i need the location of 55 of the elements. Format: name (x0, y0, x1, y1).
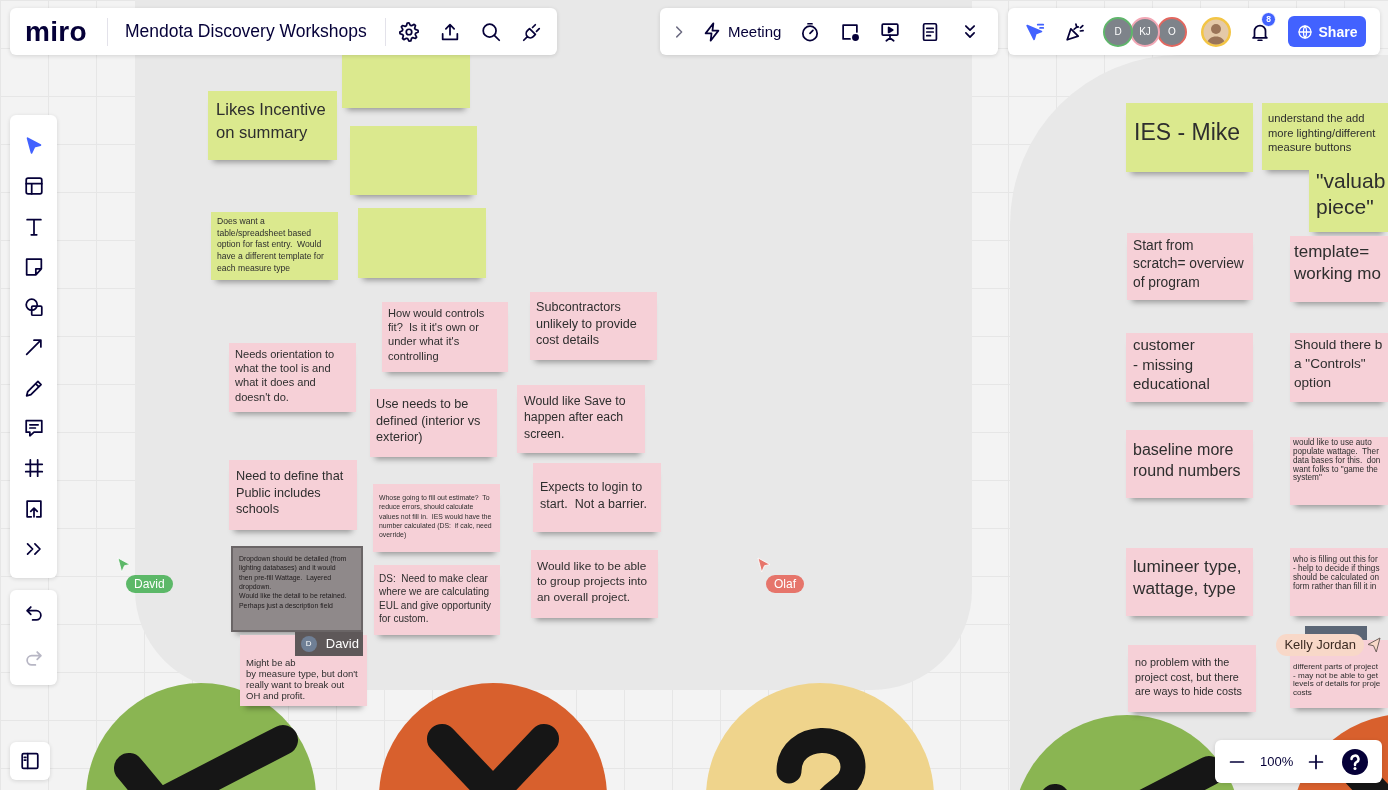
sidebar-icon (19, 750, 41, 772)
user-avatar[interactable]: O (1157, 16, 1187, 47)
settings-icon[interactable] (397, 20, 420, 43)
note-text: IES - Mike (1133, 119, 1242, 147)
note-text: would like to use auto populate wattage. Ther data bases for this. don want folks to "game the system" (1292, 439, 1382, 484)
cursor-arrow-icon (117, 557, 131, 573)
user-avatar: D (300, 636, 317, 652)
app-logo[interactable]: miro (25, 17, 87, 46)
note-text: How would controls fit? Is it it's own or under what it's controlling (387, 306, 486, 363)
note-text: Might be ab by measure type, but don't really want to break out OH and profit. (245, 657, 359, 702)
note-text: Should there b a "Controls" option (1293, 336, 1384, 393)
search-icon[interactable] (479, 20, 502, 43)
note-text: Would like Save to happen after each screen. (523, 393, 627, 443)
note-text: Does want a table/spreadsheet based option for fast entry. Would have a different template for each measure type (216, 216, 325, 275)
note-text: baseline more round numbers (1132, 440, 1242, 481)
note-text: Subcontractors unlikely to provide cost details (535, 299, 638, 350)
note-text: who is filling out this for - help to decide if things should be calculated on form rather than fill it in (1292, 556, 1381, 592)
meeting-button[interactable]: Meeting (701, 20, 782, 43)
note-text: Need to define that Public includes schools (235, 468, 345, 518)
note-text: no problem with the project cost, but there are ways to hide costs (1134, 655, 1243, 699)
sidebar-toggle-button[interactable] (10, 742, 50, 780)
cursor-name-label: Olaf (766, 575, 804, 593)
help-icon[interactable] (1342, 748, 1369, 775)
note-text: template= working mo (1293, 241, 1382, 286)
note-text: Would like to be able to group projects into an overall project. (536, 559, 649, 606)
presentation-icon[interactable] (879, 20, 902, 43)
user-avatar[interactable]: KJ (1130, 16, 1160, 47)
share-button[interactable]: Share (1288, 16, 1366, 47)
notification-badge: 8 (1261, 11, 1276, 27)
note-text: lumineer type, wattage, type (1132, 556, 1243, 600)
note-text: Use needs to be defined (interior vs exterior) (375, 396, 482, 446)
cursor-name-label: Kelly Jordan (1276, 634, 1364, 656)
cursor-arrow-icon (757, 557, 771, 573)
note-text: DS: Need to make clear where we are calculating EUL and give opportunity for custom. (378, 572, 492, 626)
note-text: Likes Incentive on summary (215, 99, 327, 144)
note-text: Expects to login to start. Not a barrier. (539, 479, 648, 512)
note-text: "valuab piece" (1315, 168, 1387, 221)
zoom-level[interactable]: 100% (1260, 754, 1294, 769)
avatar-icon[interactable] (1201, 16, 1231, 47)
note-text: Start from scratch= overview of program (1132, 237, 1245, 292)
note-text: understand the add more lighting/different measure buttons (1267, 111, 1377, 155)
note-text: customer - missing educational (1132, 335, 1211, 394)
comment-icon[interactable] (22, 417, 45, 440)
note-text: Needs orientation to what the tool is and what it does and doesn't do. (234, 347, 336, 404)
globe-icon (1296, 23, 1313, 40)
layout-icon[interactable] (22, 175, 45, 198)
shapes-icon[interactable] (22, 296, 45, 319)
board-title[interactable]: Mendota Discovery Workshops (124, 21, 367, 42)
user-name: David (325, 635, 359, 653)
cursor-arrow-icon (1367, 637, 1381, 653)
note-text: different parts of project - may not be able to get levels of details for proje costs (1292, 663, 1382, 698)
cursor-name-label: David (126, 575, 173, 593)
frame-icon[interactable] (22, 457, 45, 480)
party-popper-icon[interactable] (1064, 20, 1086, 43)
user-avatar[interactable]: D (1103, 16, 1133, 47)
